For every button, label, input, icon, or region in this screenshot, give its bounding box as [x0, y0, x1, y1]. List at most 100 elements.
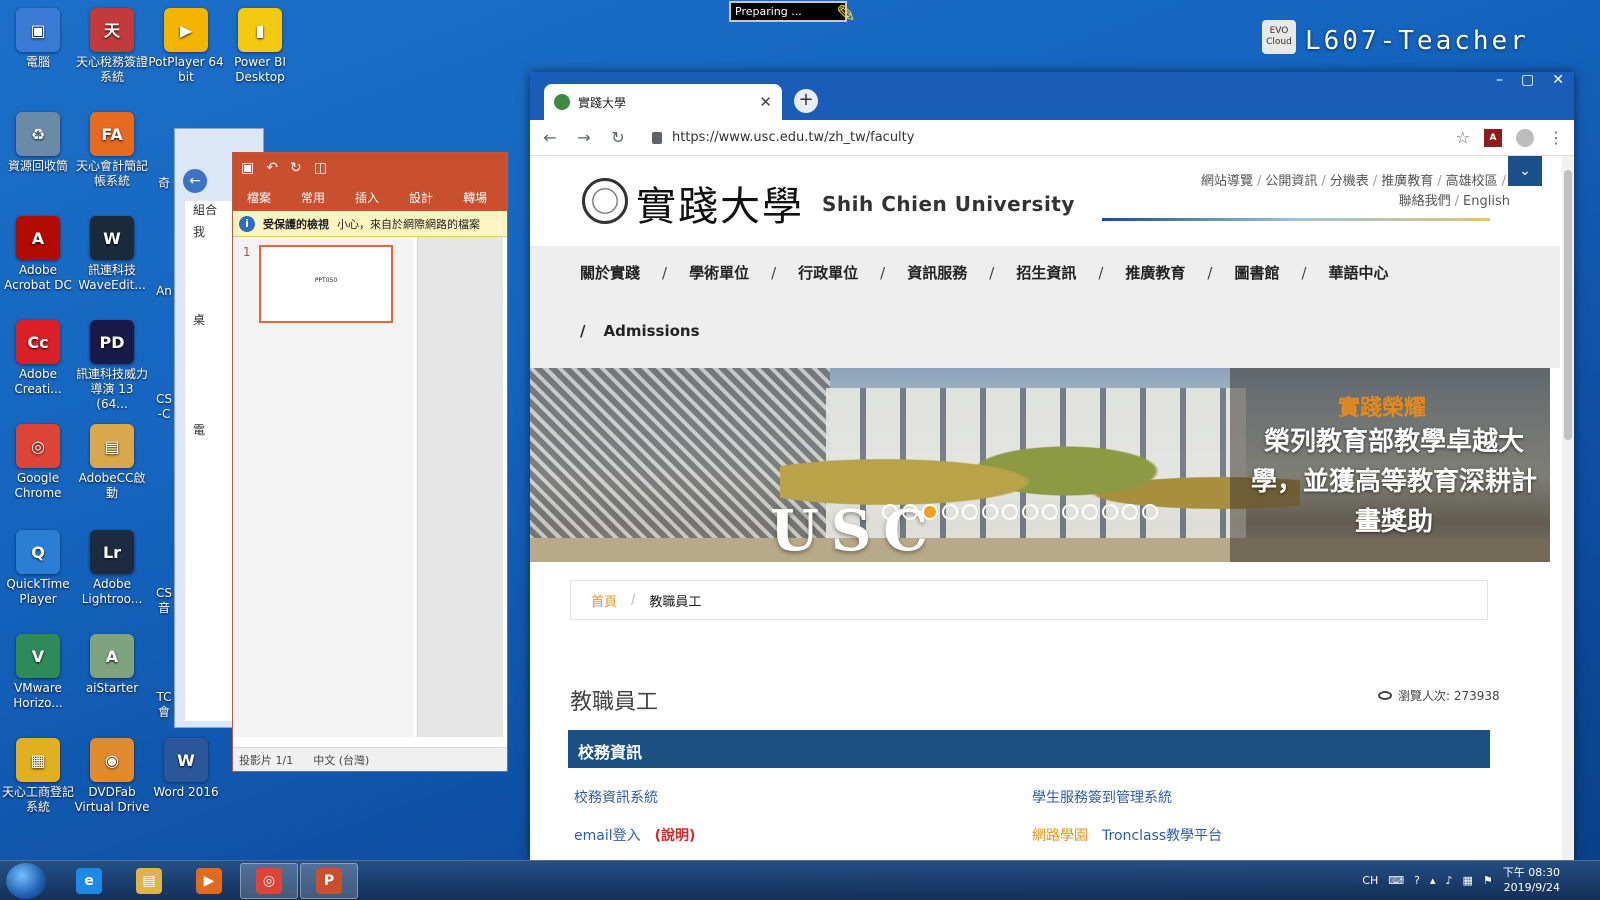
reload-icon[interactable]: ↻ — [608, 128, 628, 147]
desktop-icon[interactable]: ▣ 電腦 — [0, 8, 76, 70]
carousel-dot[interactable] — [962, 504, 978, 520]
desktop-icon[interactable]: A Adobe Acrobat DC — [0, 216, 76, 293]
carousel-dot[interactable] — [882, 504, 898, 520]
resource-link[interactable]: 校務資訊系統 — [574, 787, 658, 807]
page-viewport[interactable]: 實踐大學 Shih Chien University 網站導覽 / 公開資訊 / 分機表… — [530, 156, 1574, 860]
carousel-dot[interactable] — [902, 504, 918, 520]
carousel-dot[interactable] — [1142, 504, 1158, 520]
logo-english[interactable]: Shih Chien University — [822, 192, 1075, 216]
carousel-dot[interactable] — [1062, 504, 1078, 520]
desktop-icon[interactable]: ◎ Google Chrome — [0, 424, 76, 501]
carousel-dot[interactable] — [1122, 504, 1138, 520]
taskbar-media[interactable]: ▶ — [180, 863, 238, 899]
slideshow-icon[interactable]: ◫ — [314, 160, 327, 176]
slide-edit-area[interactable] — [417, 237, 503, 737]
close-icon[interactable]: ✕ — [1552, 72, 1564, 88]
resource-link[interactable]: 學生服務簽到管理系統 — [1032, 787, 1172, 807]
chevron-down-icon[interactable]: ⌄ — [1508, 156, 1542, 186]
desktop-icon[interactable]: Q QuickTime Player — [0, 530, 76, 607]
logo-chinese[interactable]: 實踐大學 — [636, 174, 804, 232]
carousel-dot[interactable] — [1042, 504, 1058, 520]
close-tab-icon[interactable]: ✕ — [759, 93, 772, 111]
scrollbar-thumb[interactable] — [1564, 170, 1572, 440]
flag-icon[interactable]: ⚑ — [1483, 874, 1493, 887]
slide-thumbnail[interactable]: PPT050 — [259, 245, 393, 323]
address-bar[interactable]: https://www.usc.edu.tw/zh_tw/faculty — [642, 124, 1442, 152]
ribbon-tab[interactable]: 檔案 — [247, 189, 271, 206]
redo-icon[interactable]: ↻ — [290, 160, 302, 176]
nav-item[interactable]: 推廣教育 — [1125, 262, 1185, 283]
nav-item[interactable]: 學術單位 — [689, 262, 749, 283]
volume-icon[interactable]: ♪ — [1445, 874, 1452, 887]
powerpoint-window[interactable]: ▣ ↶ ↻ ◫ 檔案 常用 插入 設計 轉場 i 受保護的檢視 小心，來自於網際網路的檔… — [232, 152, 508, 772]
utility-link[interactable]: 聯絡我們 — [1399, 194, 1451, 209]
new-tab-button[interactable]: + — [794, 89, 818, 113]
desktop-icon[interactable]: AaiStarter — [74, 634, 150, 696]
carousel-dot[interactable] — [1022, 504, 1038, 520]
desktop-icon[interactable]: W Word 2016 — [148, 738, 224, 800]
desktop-icon[interactable]: Cc Adobe Creati... — [0, 320, 76, 397]
back-arrow-icon[interactable]: ← — [540, 128, 560, 147]
nav-item[interactable]: 資訊服務 — [907, 262, 967, 283]
desktop-icon[interactable]: 天天心稅務簽證系統 — [74, 8, 150, 85]
chrome-window[interactable]: – ▢ ✕ 實踐大學 ✕ + ← → ↻ https://www.usc.edu.t… — [530, 72, 1574, 860]
lock-icon[interactable] — [652, 131, 662, 144]
nav-item[interactable]: 圖書館 — [1234, 262, 1279, 283]
evo-cloud-icon[interactable]: EVO Cloud — [1262, 20, 1296, 54]
desktop-icon[interactable]: W 訊連科技 WaveEdit... — [74, 216, 150, 293]
desktop-icon[interactable]: FA 天心會計簡記帳系統 — [74, 112, 150, 189]
carousel-dot[interactable] — [1082, 504, 1098, 520]
tray-expand-icon[interactable]: ▴ — [1430, 874, 1436, 887]
nav-item[interactable]: 華語中心 — [1329, 262, 1389, 283]
language-status[interactable]: 中文 (台灣) — [313, 752, 369, 768]
taskbar-chrome[interactable]: ◎ — [240, 863, 298, 899]
undo-icon[interactable]: ↶ — [266, 160, 278, 176]
taskbar-explorer[interactable]: ▤ — [120, 863, 178, 899]
carousel-dot[interactable] — [982, 504, 998, 520]
desktop-icon[interactable]: ▮ Power BI Desktop — [222, 8, 298, 85]
desktop-icon[interactable]: PD 訊連科技威力導演 13 (64... — [74, 320, 150, 412]
minimize-icon[interactable]: – — [1496, 72, 1503, 88]
save-icon[interactable]: ▣ — [241, 160, 254, 176]
url-text[interactable]: https://www.usc.edu.tw/zh_tw/faculty — [672, 130, 914, 145]
carousel-dot[interactable] — [942, 504, 958, 520]
utility-link[interactable]: 分機表 — [1330, 174, 1369, 189]
clock[interactable]: 下午 08:30 2019/9/24 — [1503, 865, 1560, 895]
back-icon[interactable]: ← — [183, 169, 207, 193]
resource-link[interactable]: email登入 — [574, 825, 641, 845]
carousel-dot[interactable] — [922, 504, 938, 520]
nav-item[interactable]: 招生資訊 — [1016, 262, 1076, 283]
forward-arrow-icon[interactable]: → — [574, 128, 594, 147]
resource-link[interactable]: Tronclass教學平台 — [1102, 825, 1222, 845]
desktop-icon[interactable]: V VMware Horizo... — [0, 634, 76, 711]
university-emblem-icon[interactable] — [582, 178, 628, 224]
chrome-titlebar[interactable]: – ▢ ✕ 實踐大學 ✕ + — [530, 72, 1574, 120]
ime-indicator[interactable]: CH — [1362, 874, 1378, 887]
desktop-icon[interactable]: ▶ PotPlayer 64 bit — [148, 8, 224, 85]
utility-link[interactable]: 推廣教育 — [1381, 174, 1433, 189]
ribbon-tab[interactable]: 轉場 — [463, 189, 487, 206]
bookmark-star-icon[interactable]: ☆ — [1456, 128, 1470, 147]
ribbon-tab[interactable]: 常用 — [301, 189, 325, 206]
acrobat-extension-icon[interactable]: A — [1484, 128, 1502, 147]
page-scrollbar[interactable] — [1562, 156, 1574, 860]
hero-banner[interactable]: USC 實踐榮耀 榮列教育部教學卓越大學，並獲高等教育深耕計畫獎助 — [530, 368, 1550, 562]
desktop-icon[interactable]: ◉ DVDFab Virtual Drive — [74, 738, 150, 815]
network-icon[interactable]: ▦ — [1463, 874, 1473, 887]
ribbon-tab[interactable]: 設計 — [409, 189, 433, 206]
taskbar-ie[interactable]: e — [60, 863, 118, 899]
start-button[interactable] — [6, 863, 46, 899]
browser-tab[interactable]: 實踐大學 ✕ — [544, 84, 782, 120]
keyboard-icon[interactable]: ⌨ — [1388, 874, 1404, 887]
breadcrumb-home[interactable]: 首頁 — [591, 591, 617, 610]
desktop-icon[interactable]: ▦ 天心工商登記系統 — [0, 738, 76, 815]
resource-link[interactable]: (說明) — [655, 825, 696, 845]
maximize-icon[interactable]: ▢ — [1521, 72, 1534, 88]
nav-item[interactable]: 行政單位 — [798, 262, 858, 283]
desktop-icon[interactable]: ♻ 資源回收筒 — [0, 112, 76, 174]
carousel-dot[interactable] — [1002, 504, 1018, 520]
help-icon[interactable]: ? — [1414, 874, 1420, 887]
ribbon-tab[interactable]: 插入 — [355, 189, 379, 206]
profile-icon[interactable] — [1516, 128, 1534, 147]
resource-link[interactable]: 網路學園 — [1032, 825, 1088, 845]
